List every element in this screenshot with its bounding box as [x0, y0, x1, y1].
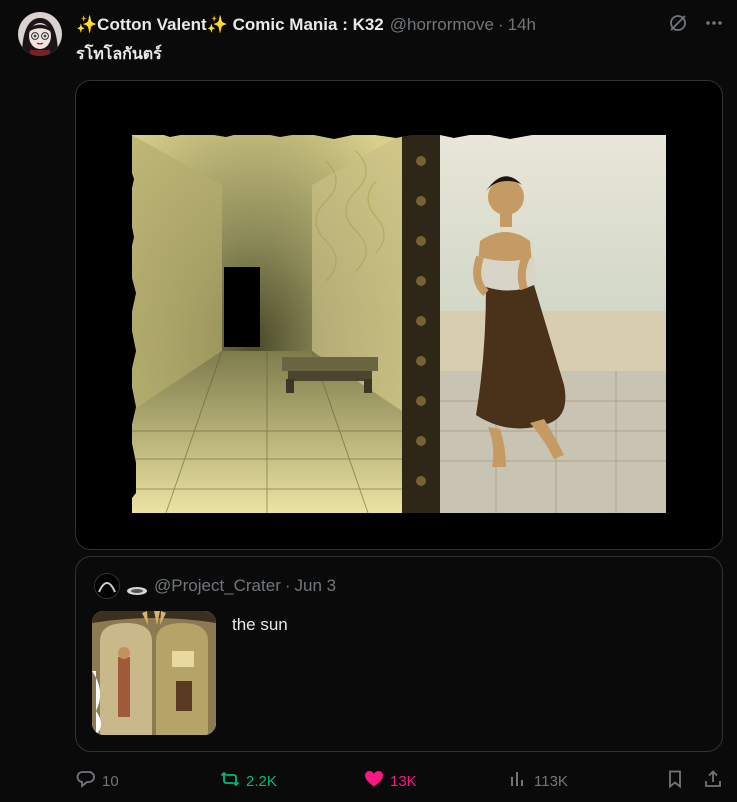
repost-icon	[220, 769, 240, 793]
quoted-date[interactable]: Jun 3	[295, 576, 337, 596]
bookmark-button[interactable]	[665, 769, 685, 793]
bookmark-icon	[665, 769, 685, 793]
grok-icon[interactable]	[667, 12, 689, 34]
author-display-name[interactable]: ✨Cotton Valent✨ Comic Mania : K32	[76, 15, 384, 35]
share-button[interactable]	[703, 769, 723, 793]
separator-dot: ·	[497, 15, 504, 34]
heart-icon	[364, 769, 384, 793]
post-media-image[interactable]	[75, 80, 723, 550]
quoted-post-text: the sun	[232, 615, 288, 634]
reply-button[interactable]: 10	[76, 769, 220, 793]
quoted-post[interactable]: @Project_Crater · Jun 3 the sun	[75, 556, 723, 752]
post-text: รโทโลกันตร์	[76, 46, 162, 63]
separator-dot: ·	[284, 576, 291, 595]
like-count: 13K	[390, 772, 417, 790]
quoted-post-header: @Project_Crater · Jun 3	[94, 573, 336, 599]
author-handle[interactable]: @horrormove	[390, 15, 494, 35]
header-actions	[667, 12, 725, 34]
post-action-bar: 10 2.2K 13K 113K	[76, 768, 723, 794]
repost-count: 2.2K	[246, 772, 277, 790]
author-avatar[interactable]	[18, 12, 62, 56]
post-timestamp[interactable]: 14h	[508, 15, 536, 35]
like-button[interactable]: 13K	[364, 769, 508, 793]
reply-icon	[76, 769, 96, 793]
views-count: 113K	[534, 772, 568, 790]
views-button[interactable]: 113K	[508, 769, 658, 793]
share-icon	[703, 769, 723, 793]
quoted-media-thumbnail[interactable]	[92, 611, 216, 735]
quoted-handle[interactable]: @Project_Crater	[154, 576, 281, 596]
repost-button[interactable]: 2.2K	[220, 769, 364, 793]
quoted-author-avatar[interactable]	[94, 573, 120, 599]
more-icon[interactable]	[703, 12, 725, 34]
right-actions	[665, 769, 723, 793]
reply-count: 10	[102, 772, 119, 790]
post-header: ✨Cotton Valent✨ Comic Mania : K32 @horro…	[76, 13, 725, 37]
crater-emoji-icon	[126, 581, 148, 595]
views-icon	[508, 769, 528, 793]
